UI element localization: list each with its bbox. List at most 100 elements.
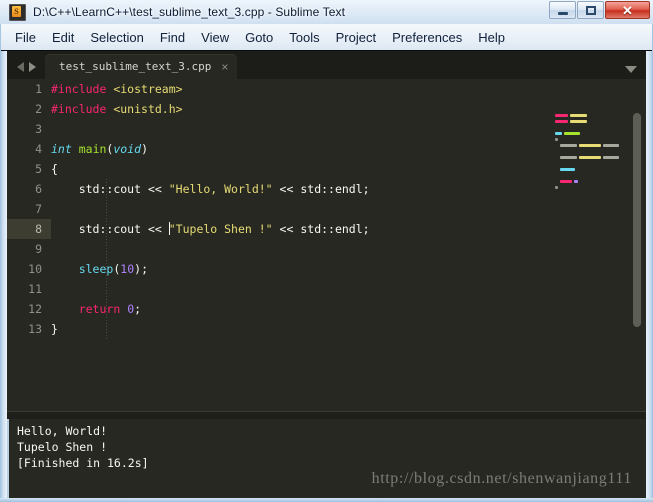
window-border-right	[646, 0, 653, 502]
token-header-iostream: <iostream>	[113, 82, 183, 96]
token-shift-operator: <<	[279, 182, 294, 196]
token-semicolon: ;	[134, 302, 142, 316]
close-button[interactable]: ✕	[605, 1, 650, 19]
code-editor[interactable]: 1 2 3 4 5 6 7 8 9 10 11 12 13 #include <…	[7, 79, 646, 439]
watermark-text: http://blog.csdn.net/shenwanjiang111	[371, 470, 632, 487]
scrollbar-thumb[interactable]	[633, 113, 641, 327]
menu-bar: File Edit Selection Find View Goto Tools…	[1, 24, 652, 51]
code-line-5: {	[51, 159, 551, 179]
indent-guide	[106, 179, 107, 339]
token-std-cout: std::cout	[78, 182, 142, 196]
line-number: 13	[28, 322, 42, 336]
app-icon-letter: S	[12, 5, 21, 17]
menu-item-view[interactable]: View	[193, 27, 237, 48]
minimap[interactable]	[551, 107, 628, 439]
line-number-gutter: 1 2 3 4 5 6 7 8 9 10 11 12 13	[7, 79, 51, 411]
menu-item-tools[interactable]: Tools	[281, 27, 327, 48]
line-number: 11	[28, 282, 42, 296]
token-shift-operator: <<	[279, 222, 294, 236]
minimap-row	[555, 119, 624, 124]
editor-window: test_sublime_text_3.cpp × 1 2 3 4 5 6 7 …	[7, 51, 646, 498]
line-number: 1	[35, 82, 42, 96]
token-function-main: main	[78, 142, 107, 156]
line-number: 2	[35, 102, 42, 116]
code-line-8: std::cout << "Tupelo Shen !" << std::end…	[51, 219, 551, 239]
maximize-icon	[585, 5, 596, 15]
token-keyword-return: return	[78, 302, 121, 316]
code-line-4: int main(void)	[51, 139, 551, 159]
menu-item-help[interactable]: Help	[470, 27, 513, 48]
minimap-row	[555, 131, 624, 136]
token-std-endl: std::endl	[300, 222, 363, 236]
line-number: 4	[35, 142, 42, 156]
line-number: 7	[35, 202, 42, 216]
token-brace-close: }	[51, 322, 58, 336]
line-number: 3	[35, 122, 42, 136]
window-title: D:\C++\LearnC++\test_sublime_text_3.cpp …	[33, 5, 346, 19]
code-line-10: sleep(10);	[51, 259, 551, 279]
line-number-active: 8	[7, 219, 51, 239]
token-header-unistd: <unistd.h>	[113, 102, 183, 116]
minimap-row	[555, 167, 624, 172]
menu-item-preferences[interactable]: Preferences	[384, 27, 470, 48]
token-string-tupelo: "Tupelo Shen !"	[168, 222, 273, 236]
minimap-row	[555, 161, 624, 166]
output-line: Tupelo Shen !	[17, 440, 108, 454]
line-number: 10	[28, 262, 42, 276]
token-preprocessor: #include	[51, 102, 107, 116]
token-shift-operator: <<	[147, 182, 162, 196]
token-preprocessor: #include	[51, 82, 107, 96]
menu-item-goto[interactable]: Goto	[237, 27, 281, 48]
editor-scrollbar[interactable]	[631, 110, 643, 436]
sublime-text-window: S D:\C++\LearnC++\test_sublime_text_3.cp…	[0, 0, 653, 502]
window-border-bottom	[0, 498, 653, 502]
minimize-button[interactable]	[549, 1, 576, 19]
code-content[interactable]: #include <iostream> #include <unistd.h> …	[51, 79, 551, 411]
menu-item-file[interactable]: File	[7, 27, 44, 48]
code-line-6: std::cout << "Hello, World!" << std::end…	[51, 179, 551, 199]
minimap-row	[555, 179, 624, 184]
tab-label: test_sublime_text_3.cpp	[59, 60, 212, 73]
menu-item-selection[interactable]: Selection	[82, 27, 151, 48]
tab-test-sublime-text-3-cpp[interactable]: test_sublime_text_3.cpp ×	[45, 54, 238, 79]
arrow-right-icon[interactable]	[29, 62, 36, 72]
code-line-12: return 0;	[51, 299, 551, 319]
code-line-1: #include <iostream>	[51, 79, 551, 99]
menu-item-edit[interactable]: Edit	[44, 27, 82, 48]
minimap-row	[555, 125, 624, 130]
line-number: 9	[35, 242, 42, 256]
token-std-cout: std::cout	[78, 222, 142, 236]
sublime-text-icon: S	[9, 3, 26, 21]
minimap-row	[555, 113, 624, 118]
window-controls: ✕	[549, 1, 650, 19]
tab-bar: test_sublime_text_3.cpp ×	[7, 51, 646, 79]
menu-item-project[interactable]: Project	[328, 27, 384, 48]
window-border-left	[0, 0, 7, 502]
chevron-down-icon[interactable]	[625, 66, 637, 73]
token-keyword-void: void	[113, 142, 142, 156]
token-paren-close: )	[141, 142, 148, 156]
maximize-button[interactable]	[577, 1, 604, 19]
line-number: 12	[28, 302, 42, 316]
menu-item-find[interactable]: Find	[152, 27, 193, 48]
token-semicolon: ;	[362, 182, 370, 196]
arrow-left-icon[interactable]	[17, 62, 24, 72]
minimap-row	[555, 149, 624, 154]
token-std-endl: std::endl	[300, 182, 363, 196]
close-icon[interactable]: ×	[221, 61, 228, 73]
build-output-panel[interactable]: Hello, World! Tupelo Shen ! [Finished in…	[7, 419, 646, 498]
tab-scroll-arrows	[7, 62, 45, 79]
token-semicolon: ;	[362, 222, 370, 236]
token-number-10: 10	[120, 262, 135, 276]
minimize-icon	[557, 11, 568, 15]
minimap-row	[555, 137, 624, 142]
title-bar[interactable]: S D:\C++\LearnC++\test_sublime_text_3.cp…	[0, 0, 653, 24]
minimap-row	[555, 185, 624, 190]
minimap-row	[555, 173, 624, 178]
token-keyword-int: int	[51, 142, 72, 156]
token-string-hello: "Hello, World!"	[168, 182, 273, 196]
